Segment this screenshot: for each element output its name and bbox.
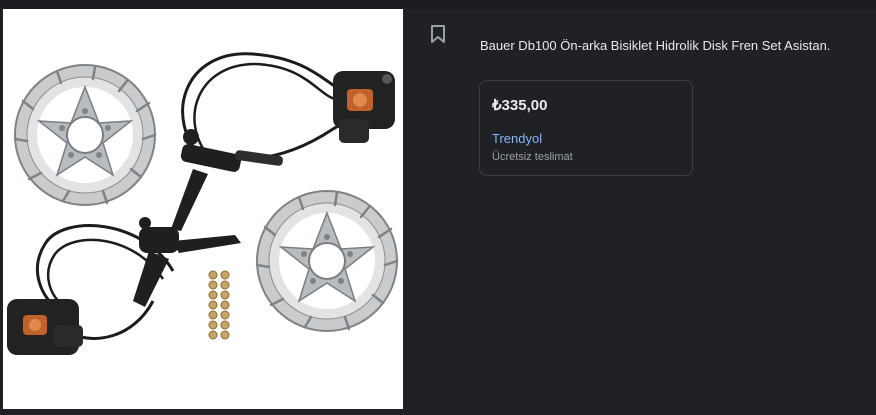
brake-lever-top xyxy=(171,129,283,231)
brake-caliper-bottom xyxy=(7,299,83,355)
offer-card[interactable]: ₺335,00 Trendyol Ücretsiz teslimat xyxy=(479,80,693,176)
rotor-bolts xyxy=(208,270,230,340)
shipping-info: Ücretsiz teslimat xyxy=(492,151,573,163)
brake-rotor-left xyxy=(13,64,157,206)
merchant-link[interactable]: Trendyol xyxy=(492,131,542,146)
bookmark-icon[interactable] xyxy=(429,24,447,44)
brake-rotor-right xyxy=(255,190,399,332)
brake-caliper-top xyxy=(333,71,395,143)
product-image[interactable] xyxy=(3,9,403,409)
top-strip xyxy=(0,0,876,9)
brake-set-illustration xyxy=(7,52,399,355)
product-title[interactable]: Bauer Db100 Ön-arka Bisiklet Hidrolik Di… xyxy=(480,38,870,54)
offer-price: ₺335,00 xyxy=(492,97,548,114)
brake-hose-top xyxy=(181,52,359,161)
